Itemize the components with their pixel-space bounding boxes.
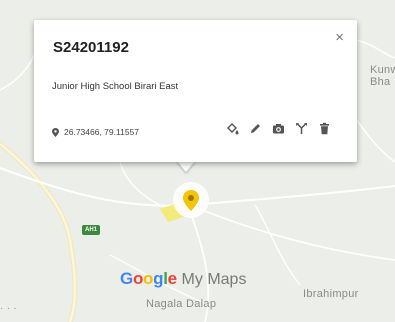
place-label-left-edge: · · · — [0, 303, 18, 314]
my-maps-label: My Maps — [181, 271, 247, 288]
popup-toolbar — [226, 121, 331, 135]
place-label-ibrahimpur: Ibrahimpur — [303, 288, 359, 300]
coordinates-text: 26.73466, 79.11557 — [64, 127, 139, 137]
map-canvas[interactable]: AH1 Kunw Bha Ibrahimpur Nagala Dalap · ·… — [0, 0, 395, 322]
google-wordmark: Google — [120, 269, 177, 288]
edit-icon[interactable] — [249, 121, 262, 135]
popup-title: S24201192 — [53, 39, 129, 56]
fill-style-icon[interactable] — [226, 121, 239, 135]
highway-shield: AH1 — [82, 225, 100, 235]
info-popup: S24201192 × Junior High School Birari Ea… — [34, 20, 357, 162]
google-my-maps-logo: Google My Maps — [120, 269, 246, 289]
place-label-kunwar: Kunw Bha — [370, 64, 395, 88]
location-marker[interactable] — [172, 181, 210, 219]
place-label-nagala-dalap: Nagala Dalap — [146, 298, 217, 310]
directions-icon[interactable] — [295, 121, 308, 135]
camera-icon[interactable] — [272, 121, 285, 135]
delete-icon[interactable] — [318, 121, 331, 135]
pin-icon — [52, 127, 59, 137]
popup-description: Junior High School Birari East — [52, 81, 179, 92]
close-icon[interactable]: × — [335, 29, 344, 46]
popup-coordinates: 26.73466, 79.11557 — [52, 127, 139, 137]
